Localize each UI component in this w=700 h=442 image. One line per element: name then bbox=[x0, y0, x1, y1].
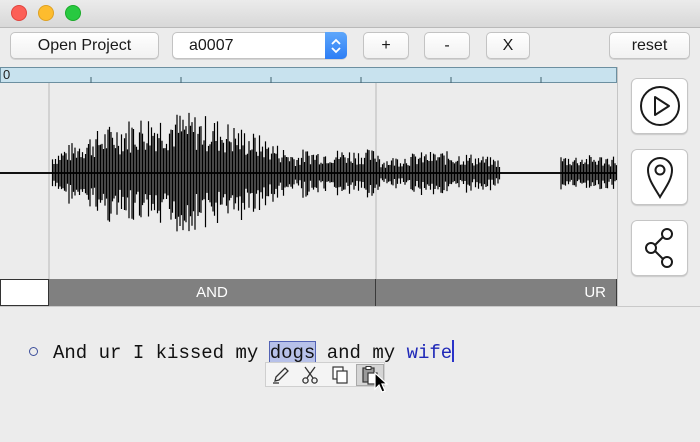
time-ruler[interactable]: 0 bbox=[0, 67, 617, 83]
location-button[interactable] bbox=[631, 149, 688, 205]
window-minimize-button[interactable] bbox=[38, 5, 54, 21]
recording-select[interactable]: a0007 bbox=[172, 32, 347, 59]
word[interactable]: kissed bbox=[156, 342, 224, 364]
waveform-panel[interactable] bbox=[0, 83, 617, 279]
word[interactable]: ur bbox=[99, 342, 122, 364]
word-context-toolbar bbox=[265, 362, 385, 387]
add-button[interactable]: + bbox=[363, 32, 409, 59]
word[interactable]: I bbox=[133, 342, 144, 364]
location-pin-icon bbox=[646, 157, 673, 199]
ruler-ticks bbox=[90, 77, 542, 83]
share-button[interactable] bbox=[631, 220, 688, 276]
copy-icon bbox=[332, 366, 348, 384]
reset-button[interactable]: reset bbox=[609, 32, 690, 59]
window-zoom-button[interactable] bbox=[65, 5, 81, 21]
title-bar bbox=[0, 0, 700, 28]
transcript-line[interactable]: And ur I kissed my dogs and my wife bbox=[53, 340, 455, 365]
window-close-button[interactable] bbox=[11, 5, 27, 21]
word[interactable]: And bbox=[53, 342, 87, 364]
cut-button[interactable] bbox=[296, 364, 324, 386]
play-icon bbox=[639, 86, 680, 126]
side-toolbar bbox=[617, 67, 700, 306]
select-arrows-icon[interactable] bbox=[325, 32, 347, 59]
play-button[interactable] bbox=[631, 78, 688, 134]
mouse-pointer-icon bbox=[374, 372, 389, 393]
toolbar: Open Project a0007 + - X reset bbox=[0, 28, 700, 66]
transcript-bullet-icon bbox=[29, 347, 38, 356]
text-caret bbox=[452, 340, 455, 362]
copy-button[interactable] bbox=[326, 364, 354, 386]
word[interactable]: my bbox=[235, 342, 258, 364]
recording-select-value: a0007 bbox=[189, 37, 234, 54]
remove-button[interactable]: - bbox=[424, 32, 470, 59]
edited-word[interactable]: wife bbox=[407, 342, 453, 364]
segment-ur[interactable]: UR bbox=[376, 279, 617, 306]
cut-icon bbox=[302, 366, 318, 384]
share-icon bbox=[644, 228, 673, 268]
edit-icon bbox=[273, 367, 289, 384]
segment-and[interactable]: AND bbox=[49, 279, 376, 306]
selected-word[interactable]: dogs bbox=[268, 341, 317, 365]
segment-bar: AND UR bbox=[0, 279, 617, 306]
word[interactable]: and bbox=[327, 342, 361, 364]
open-project-button[interactable]: Open Project bbox=[10, 32, 159, 59]
segment-blank[interactable] bbox=[0, 279, 49, 306]
close-item-button[interactable]: X bbox=[486, 32, 530, 59]
ruler-start-label: 0 bbox=[3, 67, 11, 82]
word[interactable]: my bbox=[372, 342, 395, 364]
edit-button[interactable] bbox=[267, 364, 295, 386]
waveform bbox=[0, 83, 617, 279]
